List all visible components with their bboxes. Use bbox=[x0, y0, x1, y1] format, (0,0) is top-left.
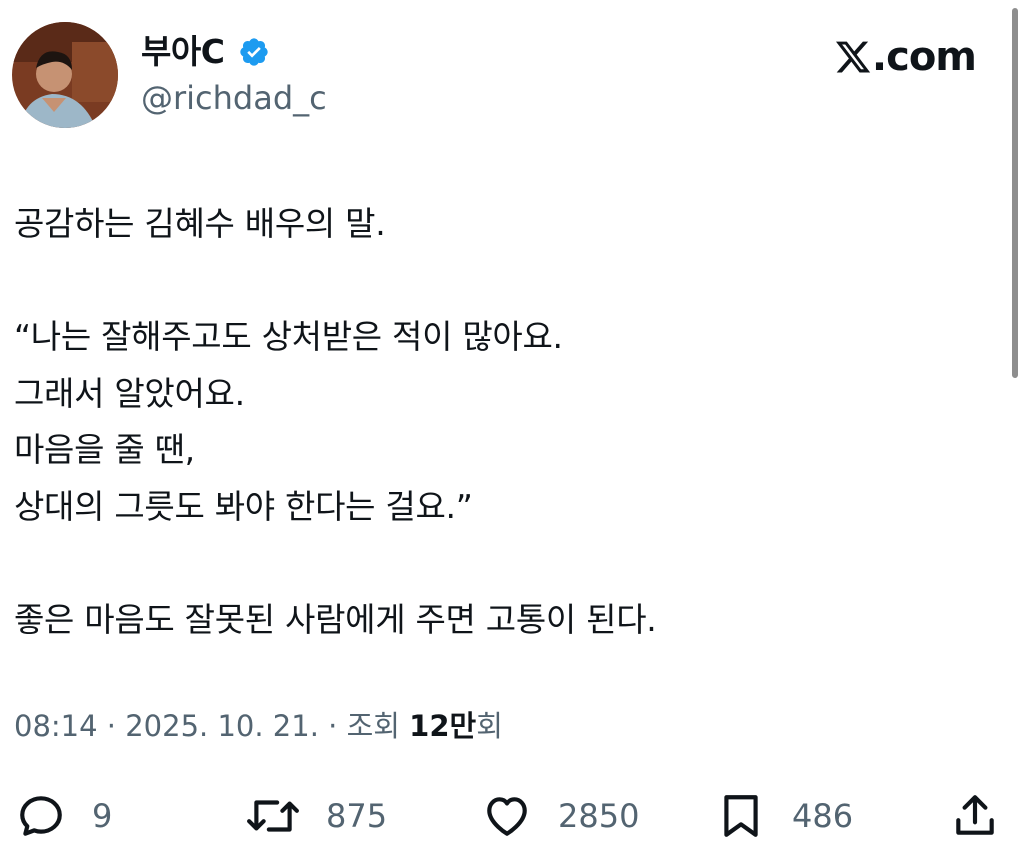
site-domain: .com bbox=[871, 34, 977, 80]
tweet-meta: 08:14 · 2025. 10. 21. · 조회 12만회 bbox=[14, 706, 503, 746]
tweet-line: 그래서 알았어요. bbox=[14, 373, 245, 413]
tweet-line: 공감하는 김혜수 배우의 말. bbox=[14, 204, 386, 243]
avatar[interactable] bbox=[12, 22, 118, 128]
user-handle[interactable]: @richdad_c bbox=[141, 78, 327, 118]
site-logo: .com bbox=[834, 34, 977, 80]
like-count: 2850 bbox=[558, 797, 640, 835]
like-button[interactable]: 2850 bbox=[482, 786, 639, 846]
reply-count: 9 bbox=[92, 797, 113, 835]
view-suffix: 회 bbox=[476, 709, 503, 743]
tweet-header: 부아C @richdad_c .com bbox=[0, 0, 1024, 140]
retweet-count: 875 bbox=[326, 797, 388, 835]
share-button[interactable] bbox=[950, 786, 1000, 846]
share-icon bbox=[956, 795, 994, 835]
bookmark-count: 486 bbox=[792, 797, 854, 835]
avatar-photo bbox=[12, 22, 118, 128]
bookmark-button[interactable]: 486 bbox=[716, 786, 853, 846]
display-name[interactable]: 부아C bbox=[141, 32, 225, 72]
tweet-line: 마음을 줄 땐, bbox=[14, 430, 195, 469]
view-count: 12만 bbox=[409, 709, 477, 743]
like-icon bbox=[487, 797, 527, 836]
verified-badge-icon bbox=[240, 38, 268, 66]
tweet-line: “나는 잘해주고도 상처받은 적이 많아요. bbox=[14, 317, 563, 356]
tweet-text: 공감하는 김혜수 배우의 말. “나는 잘해주고도 상처받은 적이 많아요. 그… bbox=[14, 196, 994, 648]
retweet-icon bbox=[247, 800, 299, 832]
tweet-line: 상대의 그릇도 봐야 한다는 걸요.” bbox=[14, 486, 473, 526]
reply-icon bbox=[20, 796, 62, 836]
tweet-line: 좋은 마음도 잘못된 사람에게 주면 고통이 된다. bbox=[14, 599, 657, 639]
action-bar: 9 875 2850 486 bbox=[0, 786, 1024, 846]
scrollbar[interactable] bbox=[1012, 8, 1018, 378]
x-logo-icon bbox=[835, 41, 871, 73]
retweet-button[interactable]: 875 bbox=[246, 786, 387, 846]
bookmark-icon bbox=[724, 795, 758, 837]
timestamp[interactable]: 08:14 · 2025. 10. 21. · 조회 bbox=[14, 709, 409, 743]
reply-button[interactable]: 9 bbox=[16, 786, 112, 846]
